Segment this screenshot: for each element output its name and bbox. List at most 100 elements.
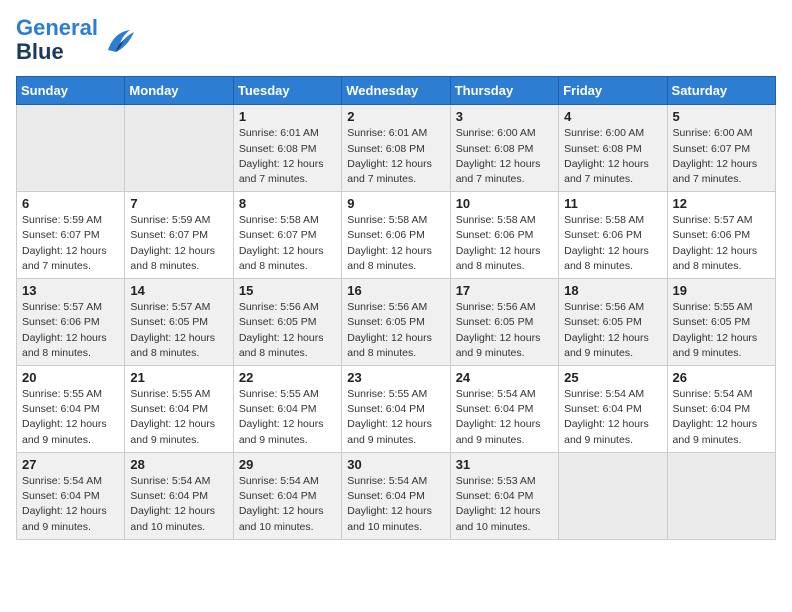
- day-number: 25: [564, 370, 661, 385]
- day-number: 31: [456, 457, 553, 472]
- day-number: 28: [130, 457, 227, 472]
- day-number: 1: [239, 109, 336, 124]
- calendar-day-cell: 8 Sunrise: 5:58 AM Sunset: 6:07 PM Daylig…: [233, 192, 341, 279]
- calendar-day-cell: 2Sunrise: 6:01 AM Sunset: 6:08 PM Daylig…: [342, 105, 450, 192]
- weekday-header-wednesday: Wednesday: [342, 77, 450, 105]
- day-info: Sunrise: 5:55 AM Sunset: 6:05 PM Dayligh…: [673, 300, 770, 361]
- calendar-week-row: 6Sunrise: 5:59 AM Sunset: 6:07 PM Daylig…: [17, 192, 776, 279]
- day-number: 3: [456, 109, 553, 124]
- day-number: 18: [564, 283, 661, 298]
- calendar-day-cell: 15 Sunrise: 5:56 AM Sunset: 6:05 PM Dayli…: [233, 279, 341, 366]
- day-info: Sunrise: 5:57 AM Sunset: 6:05 PM Dayligh…: [130, 300, 227, 361]
- calendar-day-cell: 3 Sunrise: 6:00 AM Sunset: 6:08 PM Daylig…: [450, 105, 558, 192]
- day-info: Sunrise: 5:57 AM Sunset: 6:06 PM Dayligh…: [22, 300, 119, 361]
- weekday-header-tuesday: Tuesday: [233, 77, 341, 105]
- day-number: 12: [673, 196, 770, 211]
- calendar-day-cell: 10 Sunrise: 5:58 AM Sunset: 6:06 PM Dayli…: [450, 192, 558, 279]
- day-number: 11: [564, 196, 661, 211]
- day-number: 20: [22, 370, 119, 385]
- day-info: Sunrise: 5:56 AM Sunset: 6:05 PM Dayligh…: [564, 300, 661, 361]
- day-number: 23: [347, 370, 444, 385]
- weekday-header-monday: Monday: [125, 77, 233, 105]
- calendar-day-cell: 4 Sunrise: 6:00 AM Sunset: 6:08 PM Daylig…: [559, 105, 667, 192]
- logo: General Blue: [16, 16, 136, 64]
- calendar-day-cell: 24Sunrise: 5:54 AM Sunset: 6:04 PM Dayli…: [450, 366, 558, 453]
- calendar-day-cell: 28 Sunrise: 5:54 AM Sunset: 6:04 PM Dayli…: [125, 452, 233, 539]
- calendar-day-cell: 13 Sunrise: 5:57 AM Sunset: 6:06 PM Dayli…: [17, 279, 125, 366]
- day-info: Sunrise: 6:01 AM Sunset: 6:08 PM Dayligh…: [239, 126, 336, 187]
- day-info: Sunrise: 5:59 AM Sunset: 6:07 PM Dayligh…: [22, 213, 119, 274]
- day-info: Sunrise: 5:58 AM Sunset: 6:06 PM Dayligh…: [347, 213, 444, 274]
- day-info: Sunrise: 5:58 AM Sunset: 6:06 PM Dayligh…: [456, 213, 553, 274]
- calendar-day-cell: 14 Sunrise: 5:57 AM Sunset: 6:05 PM Dayli…: [125, 279, 233, 366]
- day-number: 17: [456, 283, 553, 298]
- day-info: Sunrise: 5:54 AM Sunset: 6:04 PM Dayligh…: [564, 387, 661, 448]
- day-number: 7: [130, 196, 227, 211]
- calendar-week-row: 1 Sunrise: 6:01 AM Sunset: 6:08 PM Daylig…: [17, 105, 776, 192]
- day-info: Sunrise: 5:58 AM Sunset: 6:07 PM Dayligh…: [239, 213, 336, 274]
- calendar-day-cell: 6Sunrise: 5:59 AM Sunset: 6:07 PM Daylig…: [17, 192, 125, 279]
- day-info: Sunrise: 5:55 AM Sunset: 6:04 PM Dayligh…: [239, 387, 336, 448]
- calendar-day-cell: [667, 452, 775, 539]
- day-number: 26: [673, 370, 770, 385]
- day-info: Sunrise: 5:56 AM Sunset: 6:05 PM Dayligh…: [456, 300, 553, 361]
- weekday-header-saturday: Saturday: [667, 77, 775, 105]
- page-header: General Blue: [16, 16, 776, 64]
- calendar-day-cell: 27 Sunrise: 5:54 AM Sunset: 6:04 PM Dayli…: [17, 452, 125, 539]
- day-info: Sunrise: 5:56 AM Sunset: 6:05 PM Dayligh…: [239, 300, 336, 361]
- day-info: Sunrise: 5:56 AM Sunset: 6:05 PM Dayligh…: [347, 300, 444, 361]
- logo-bird-icon: [100, 22, 136, 58]
- calendar-day-cell: 12 Sunrise: 5:57 AM Sunset: 6:06 PM Dayli…: [667, 192, 775, 279]
- day-info: Sunrise: 5:55 AM Sunset: 6:04 PM Dayligh…: [347, 387, 444, 448]
- day-number: 2: [347, 109, 444, 124]
- day-number: 30: [347, 457, 444, 472]
- calendar-day-cell: 30Sunrise: 5:54 AM Sunset: 6:04 PM Dayli…: [342, 452, 450, 539]
- calendar-day-cell: 5Sunrise: 6:00 AM Sunset: 6:07 PM Daylig…: [667, 105, 775, 192]
- day-info: Sunrise: 5:58 AM Sunset: 6:06 PM Dayligh…: [564, 213, 661, 274]
- day-number: 19: [673, 283, 770, 298]
- day-number: 24: [456, 370, 553, 385]
- calendar-day-cell: 23 Sunrise: 5:55 AM Sunset: 6:04 PM Dayli…: [342, 366, 450, 453]
- calendar-day-cell: 25 Sunrise: 5:54 AM Sunset: 6:04 PM Dayli…: [559, 366, 667, 453]
- day-number: 4: [564, 109, 661, 124]
- calendar-day-cell: 9 Sunrise: 5:58 AM Sunset: 6:06 PM Daylig…: [342, 192, 450, 279]
- calendar-day-cell: 21 Sunrise: 5:55 AM Sunset: 6:04 PM Dayli…: [125, 366, 233, 453]
- day-info: Sunrise: 5:54 AM Sunset: 6:04 PM Dayligh…: [239, 474, 336, 535]
- calendar-table: SundayMondayTuesdayWednesdayThursdayFrid…: [16, 76, 776, 539]
- weekday-header-friday: Friday: [559, 77, 667, 105]
- day-info: Sunrise: 5:55 AM Sunset: 6:04 PM Dayligh…: [22, 387, 119, 448]
- day-number: 15: [239, 283, 336, 298]
- calendar-day-cell: 19 Sunrise: 5:55 AM Sunset: 6:05 PM Dayli…: [667, 279, 775, 366]
- day-info: Sunrise: 6:00 AM Sunset: 6:08 PM Dayligh…: [564, 126, 661, 187]
- day-number: 8: [239, 196, 336, 211]
- day-number: 10: [456, 196, 553, 211]
- calendar-day-cell: [17, 105, 125, 192]
- calendar-day-cell: 26 Sunrise: 5:54 AM Sunset: 6:04 PM Dayli…: [667, 366, 775, 453]
- day-info: Sunrise: 5:54 AM Sunset: 6:04 PM Dayligh…: [673, 387, 770, 448]
- day-number: 13: [22, 283, 119, 298]
- day-info: Sunrise: 5:55 AM Sunset: 6:04 PM Dayligh…: [130, 387, 227, 448]
- day-number: 27: [22, 457, 119, 472]
- calendar-day-cell: 18 Sunrise: 5:56 AM Sunset: 6:05 PM Dayli…: [559, 279, 667, 366]
- calendar-week-row: 20 Sunrise: 5:55 AM Sunset: 6:04 PM Dayli…: [17, 366, 776, 453]
- day-number: 21: [130, 370, 227, 385]
- calendar-day-cell: [559, 452, 667, 539]
- calendar-day-cell: 31 Sunrise: 5:53 AM Sunset: 6:04 PM Dayli…: [450, 452, 558, 539]
- day-number: 9: [347, 196, 444, 211]
- day-number: 14: [130, 283, 227, 298]
- calendar-day-cell: 1 Sunrise: 6:01 AM Sunset: 6:08 PM Daylig…: [233, 105, 341, 192]
- day-info: Sunrise: 5:54 AM Sunset: 6:04 PM Dayligh…: [130, 474, 227, 535]
- day-info: Sunrise: 6:00 AM Sunset: 6:08 PM Dayligh…: [456, 126, 553, 187]
- day-info: Sunrise: 6:00 AM Sunset: 6:07 PM Dayligh…: [673, 126, 770, 187]
- calendar-day-cell: 29 Sunrise: 5:54 AM Sunset: 6:04 PM Dayli…: [233, 452, 341, 539]
- logo-text: General Blue: [16, 16, 98, 64]
- day-info: Sunrise: 5:57 AM Sunset: 6:06 PM Dayligh…: [673, 213, 770, 274]
- day-number: 29: [239, 457, 336, 472]
- weekday-header-sunday: Sunday: [17, 77, 125, 105]
- calendar-week-row: 13 Sunrise: 5:57 AM Sunset: 6:06 PM Dayli…: [17, 279, 776, 366]
- calendar-day-cell: 7Sunrise: 5:59 AM Sunset: 6:07 PM Daylig…: [125, 192, 233, 279]
- day-info: Sunrise: 5:54 AM Sunset: 6:04 PM Dayligh…: [22, 474, 119, 535]
- day-info: Sunrise: 5:53 AM Sunset: 6:04 PM Dayligh…: [456, 474, 553, 535]
- calendar-day-cell: 11 Sunrise: 5:58 AM Sunset: 6:06 PM Dayli…: [559, 192, 667, 279]
- calendar-day-cell: 17 Sunrise: 5:56 AM Sunset: 6:05 PM Dayli…: [450, 279, 558, 366]
